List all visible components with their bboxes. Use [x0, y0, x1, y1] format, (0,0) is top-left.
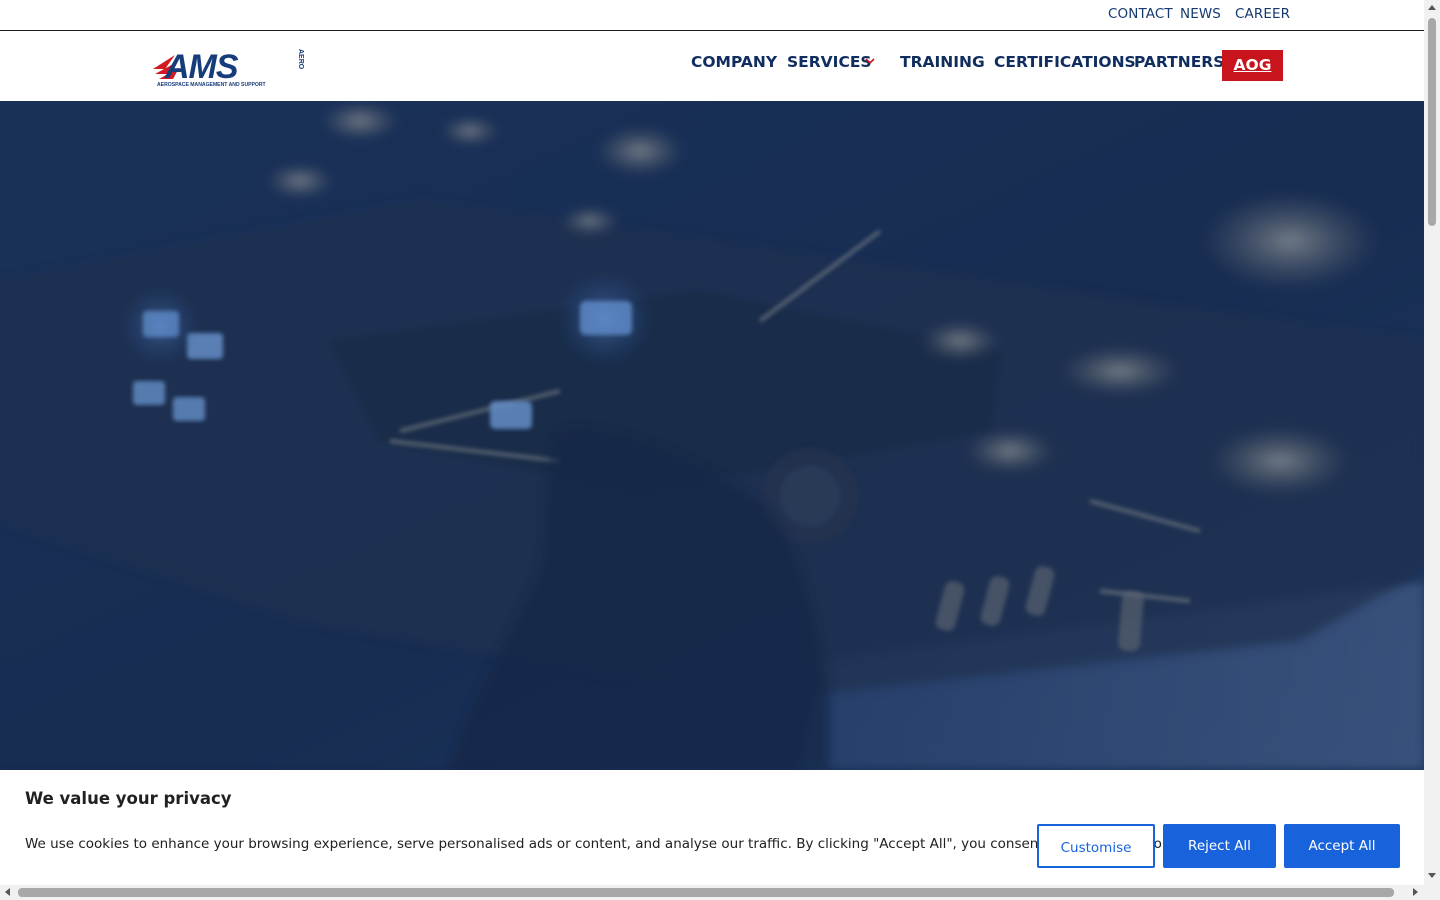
news-link[interactable]: NEWS — [1180, 6, 1221, 22]
scrollbar-corner — [1424, 885, 1440, 900]
nav-training[interactable]: TRAINING — [900, 53, 985, 71]
nav-partners[interactable]: PARTNERS — [1134, 53, 1224, 71]
horizontal-scroll-thumb[interactable] — [18, 888, 1394, 897]
nav-certifications[interactable]: CERTIFICATIONS — [994, 53, 1136, 71]
nav-company[interactable]: COMPANY — [691, 53, 777, 71]
utility-bar: CONTACT NEWS CAREER — [0, 0, 1424, 31]
ams-aero-logo-icon: AMS AERO AEROSPACE MANAGEMENT AND SUPPOR… — [153, 48, 304, 88]
main-header: AMS AERO AEROSPACE MANAGEMENT AND SUPPOR… — [0, 31, 1424, 101]
chevron-down-icon[interactable] — [864, 55, 876, 67]
cookie-title: We value your privacy — [25, 789, 232, 808]
accept-all-button[interactable]: Accept All — [1284, 824, 1400, 868]
customise-button[interactable]: Customise — [1037, 824, 1155, 868]
vertical-scroll-thumb[interactable] — [1428, 18, 1436, 226]
cookie-description: We use cookies to enhance your browsing … — [25, 836, 1194, 852]
scroll-left-icon[interactable] — [5, 888, 10, 896]
cookie-banner: We value your privacy We use cookies to … — [0, 770, 1424, 885]
svg-text:AEROSPACE MANAGEMENT AND SUPPO: AEROSPACE MANAGEMENT AND SUPPORT — [157, 82, 267, 88]
cockpit-photo-icon — [0, 101, 1424, 770]
hero-image — [0, 101, 1424, 770]
scroll-down-icon[interactable] — [1428, 873, 1436, 878]
scroll-up-icon[interactable] — [1428, 5, 1436, 10]
reject-all-button[interactable]: Reject All — [1163, 824, 1276, 868]
site-logo[interactable]: AMS AERO AEROSPACE MANAGEMENT AND SUPPOR… — [153, 47, 307, 89]
logo-text: AMS — [164, 48, 239, 86]
scroll-right-icon[interactable] — [1413, 888, 1418, 896]
vertical-scrollbar[interactable] — [1424, 0, 1440, 885]
contact-link[interactable]: CONTACT — [1108, 6, 1173, 22]
nav-services[interactable]: SERVICES — [787, 53, 872, 71]
svg-text:AERO: AERO — [297, 49, 304, 70]
career-link[interactable]: CAREER — [1235, 6, 1290, 22]
nav-aog-button[interactable]: AOG — [1222, 50, 1283, 81]
horizontal-scrollbar[interactable] — [0, 885, 1424, 900]
